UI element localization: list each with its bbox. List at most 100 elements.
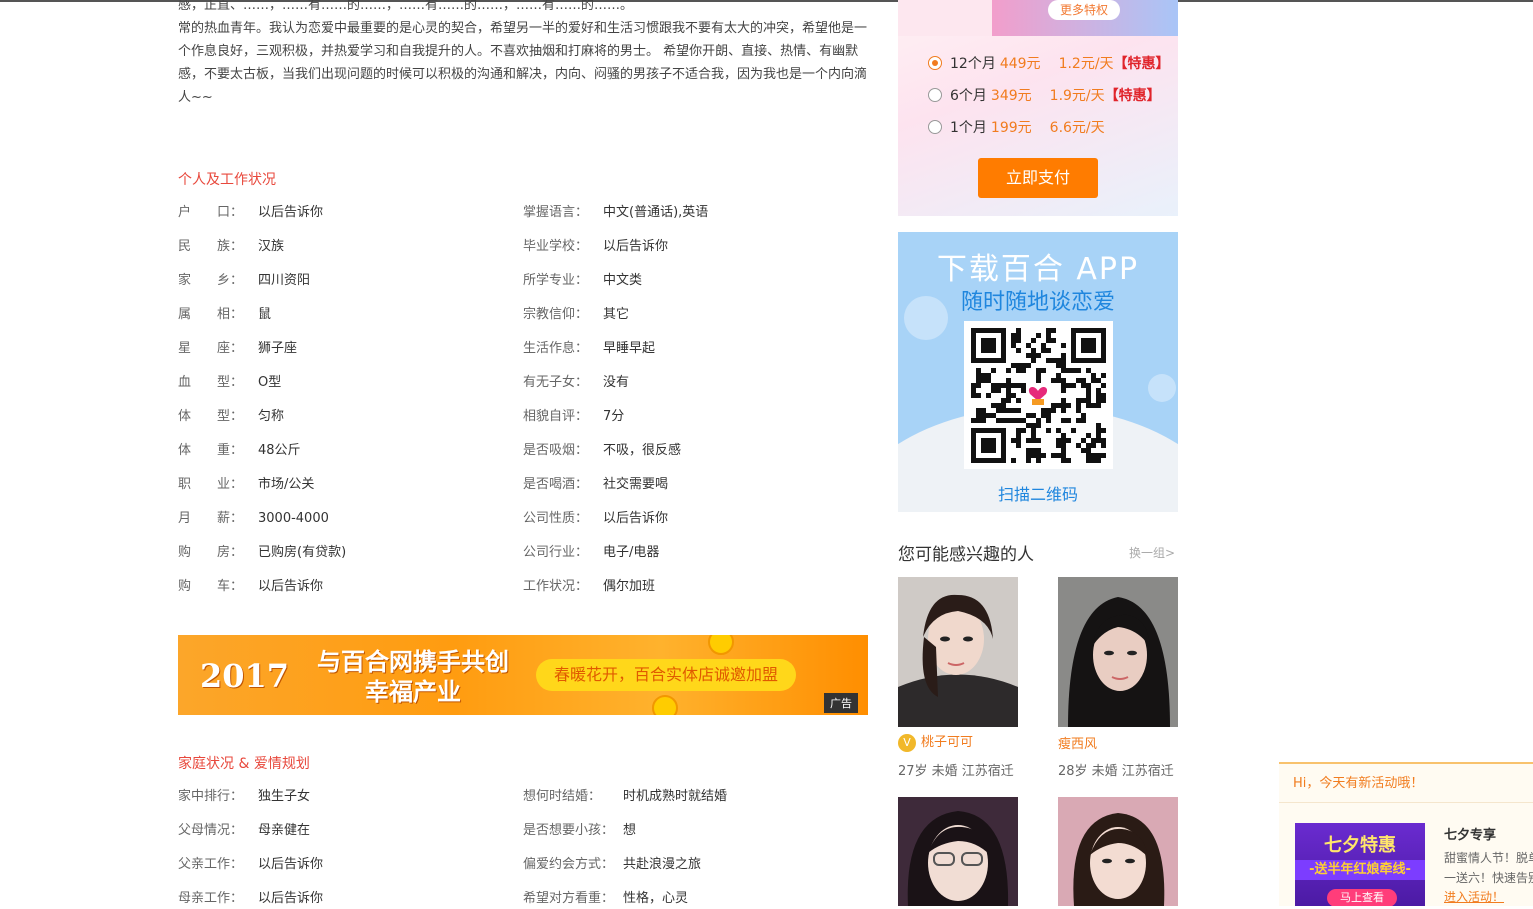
info-row: 工作状况： 偶尔加班 <box>523 577 655 597</box>
ad-tag: 广告 <box>824 693 858 713</box>
vip-purchase-panel: 更多特权 12个月 449元 1.2元/天【特惠】 6个月 349元 1.9元/天【特惠】… <box>898 0 1178 216</box>
plan-daily: 1.2元/天 <box>1058 56 1114 72</box>
vip-plan-option[interactable]: 12个月 449元 1.2元/天【特惠】 <box>928 54 1170 74</box>
profile-photo[interactable] <box>1058 797 1178 906</box>
ad-banner[interactable]: 2017 与百合网携手共创 幸福产业 春暖花开，百合实体店诚邀加盟 广告 <box>178 635 868 715</box>
info-label: 月 薪： <box>178 511 244 526</box>
info-label: 购 车： <box>178 579 244 594</box>
info-label: 体 重： <box>178 443 244 458</box>
info-label: 职 业： <box>178 477 244 492</box>
info-row: 家中排行： 独生子女 <box>178 787 310 807</box>
app-title: 下载百合 APP <box>936 252 1140 287</box>
profile-name: 桃子可可 <box>921 735 974 750</box>
info-row: 毕业学校： 以后告诉你 <box>523 237 668 257</box>
info-label: 工作状况： <box>523 579 589 594</box>
vip-badge-icon: V <box>898 734 916 752</box>
enter-activity-link[interactable]: 进入活动！ <box>1444 888 1504 905</box>
info-value: 以后告诉你 <box>258 205 324 220</box>
intro-line: 个作息良好，三观积极，并热爱学习和自我提升的人。不喜欢抽烟和打麻将的男士。 希望… <box>178 44 859 59</box>
activity-image[interactable]: 七夕特惠 -送半年红娘牵线- 马上查看 <box>1295 823 1425 906</box>
info-value: 时机成熟时就结婚 <box>623 789 728 804</box>
info-row: 希望对方看重： 性格，心灵 <box>523 889 688 909</box>
vip-plan-option[interactable]: 1个月 199元 6.6元/天 <box>928 118 1105 138</box>
activity-popup: Hi，今天有新活动哦！ 七夕特惠 -送半年红娘牵线- 马上查看 七夕专享 甜蜜情… <box>1279 762 1533 906</box>
profile-photo[interactable] <box>1058 577 1178 727</box>
info-row: 体 型： 匀称 <box>178 407 284 427</box>
info-value: O型 <box>258 375 282 390</box>
info-row: 所学专业： 中文类 <box>523 271 642 291</box>
activity-image-title: 七夕特惠 <box>1324 835 1396 856</box>
info-label: 有无子女： <box>523 375 589 390</box>
info-row: 属 相： 鼠 <box>178 305 271 325</box>
info-value: 狮子座 <box>258 341 298 356</box>
activity-title: 七夕专享 <box>1444 828 1497 843</box>
app-download-panel: 下载百合 APP 随时随地谈恋爱 扫描二维码 <box>898 232 1178 512</box>
profile-name-link[interactable]: V 桃子可可 <box>898 731 973 752</box>
info-value: 想 <box>623 823 637 838</box>
info-row: 掌握语言： 中文(普通话),英语 <box>523 203 708 223</box>
info-label: 属 相： <box>178 307 244 322</box>
info-row: 公司行业： 电子/电器 <box>523 543 659 563</box>
info-label: 体 型： <box>178 409 244 424</box>
info-value: 偶尔加班 <box>603 579 656 594</box>
info-label: 是否想要小孩： <box>523 823 615 838</box>
section-title-personal: 个人及工作状况 <box>178 172 276 188</box>
info-value: 中文(普通话),英语 <box>603 205 709 220</box>
info-label: 星 座： <box>178 341 244 356</box>
more-privileges-button[interactable]: 更多特权 <box>1048 0 1120 20</box>
info-label: 公司性质： <box>523 511 589 526</box>
info-row: 是否想要小孩： 想 <box>523 821 636 841</box>
info-label: 家中排行： <box>178 789 244 804</box>
plan-radio[interactable] <box>928 88 942 102</box>
intro-line: 感，不要太古板，当我们出现问题的时候可以积极的沟通和解决，内向、闷骚的男孩子不适… <box>178 67 868 82</box>
info-row: 偏爱约会方式： 共赴浪漫之旅 <box>523 855 701 875</box>
info-row: 户 口： 以后告诉你 <box>178 203 323 223</box>
info-row: 星 座： 狮子座 <box>178 339 297 359</box>
info-value: 鼠 <box>258 307 272 322</box>
activity-view-button[interactable]: 马上查看 <box>1327 889 1397 906</box>
plan-tag: 【特惠】 <box>1113 56 1170 72</box>
vip-plan-option[interactable]: 6个月 349元 1.9元/天【特惠】 <box>928 86 1161 106</box>
info-value: 7分 <box>603 409 625 424</box>
intro-line: 人~~ <box>178 90 213 105</box>
activity-image-subtitle: -送半年红娘牵线- <box>1295 860 1425 880</box>
portrait-icon <box>1058 577 1178 727</box>
pay-now-button[interactable]: 立即支付 <box>978 158 1098 198</box>
plan-radio[interactable] <box>928 56 942 70</box>
profile-photo[interactable] <box>898 797 1018 906</box>
plan-radio[interactable] <box>928 120 942 134</box>
info-value: 社交需要喝 <box>603 477 669 492</box>
self-intro: 感，正直、……，……有……的……，……有……的……，……有……的……。 常的热血… <box>178 0 878 109</box>
profile-name-link[interactable]: 瘦西风 <box>1058 733 1097 752</box>
profile-photo[interactable] <box>898 577 1018 727</box>
plan-daily: 6.6元/天 <box>1049 120 1105 136</box>
vip-header-left <box>898 0 992 36</box>
ad-headline-2: 幸福产业 <box>365 677 461 706</box>
info-row: 月 薪： 3000-4000 <box>178 509 329 529</box>
portrait-icon <box>898 797 1018 906</box>
refresh-recommend-link[interactable]: 换一组> <box>1129 544 1175 561</box>
info-label: 父母情况： <box>178 823 244 838</box>
section-title-family: 家庭状况 & 爱情规划 <box>178 756 310 772</box>
info-row: 是否吸烟： 不吸，很反感 <box>523 441 681 461</box>
info-label: 家 乡： <box>178 273 244 288</box>
scan-qr-label: 扫描二维码 <box>997 485 1078 504</box>
info-value: 早睡早起 <box>603 341 656 356</box>
info-value: 以后告诉你 <box>603 239 669 254</box>
plan-duration: 1个月 <box>950 120 987 136</box>
info-value: 不吸，很反感 <box>603 443 682 458</box>
info-value: 独生子女 <box>258 789 311 804</box>
info-label: 相貌自评： <box>523 409 589 424</box>
info-label: 是否吸烟： <box>523 443 589 458</box>
info-value: 已购房(有贷款) <box>258 545 347 560</box>
activity-desc-line: 一送六！快速告别 <box>1444 871 1533 885</box>
info-value: 市场/公关 <box>258 477 315 492</box>
portrait-icon <box>898 577 1018 727</box>
info-label: 宗教信仰： <box>523 307 589 322</box>
info-value: 中文类 <box>603 273 643 288</box>
info-row: 是否喝酒： 社交需要喝 <box>523 475 668 495</box>
plan-tag: 【特惠】 <box>1104 88 1161 104</box>
info-row: 体 重： 48公斤 <box>178 441 301 461</box>
info-label: 毕业学校： <box>523 239 589 254</box>
ad-pill: 春暖花开，百合实体店诚邀加盟 <box>536 659 796 691</box>
